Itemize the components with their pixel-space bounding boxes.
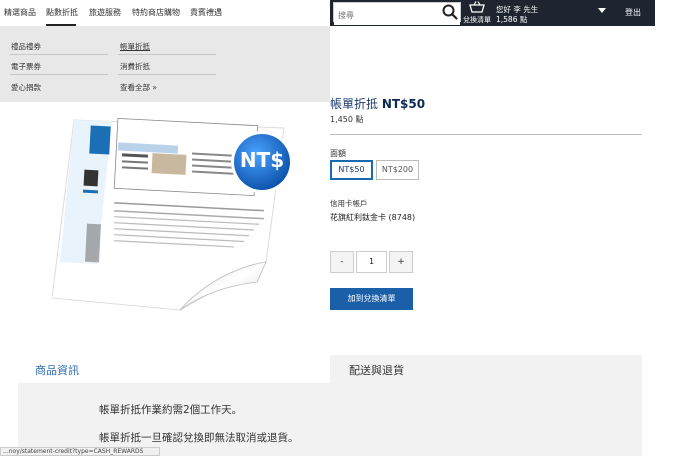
search-button[interactable]: [441, 3, 459, 21]
product-title: 帳單折抵 NT$50: [330, 95, 425, 112]
product-title-prefix: 帳單折抵: [330, 97, 382, 111]
tab-shipping-returns[interactable]: 配送與退貨: [349, 362, 404, 378]
tab-product-info[interactable]: 商品資訊: [18, 355, 330, 383]
redeem-cart-label: 兌換清單: [463, 16, 491, 24]
divider: [118, 54, 216, 55]
quantity-decrease-button[interactable]: -: [330, 251, 354, 273]
redeem-cart-button[interactable]: 兌換清單: [462, 0, 492, 26]
points-redeem-dropdown: 禮品禮券 電子票券 愛心捐款 帳單折抵 消費折抵 查看全部 »: [0, 26, 330, 102]
denomination-option-50[interactable]: NT$50: [330, 160, 373, 180]
user-points: 1,586 點: [496, 15, 528, 24]
dropdown-item-e-ticket[interactable]: 電子票券: [11, 61, 41, 72]
divider: [10, 74, 108, 75]
chevron-down-icon[interactable]: [598, 8, 606, 13]
denomination-option-200[interactable]: NT$200: [376, 160, 419, 180]
divider: [10, 54, 108, 55]
product-image: NT$: [51, 114, 302, 314]
denomination-label: 面額: [330, 149, 346, 158]
card-account-value: 花旗紅利鈦金卡 (8748): [330, 213, 416, 222]
nav-item-vip[interactable]: 貴賓禮遇: [190, 7, 222, 18]
dropdown-item-statement-credit[interactable]: 帳單折抵: [120, 41, 150, 52]
statement-illustration: [51, 117, 293, 311]
info-line-processing: 帳單折抵作業約需2個工作天。: [99, 404, 243, 416]
logout-button[interactable]: 登出: [613, 3, 653, 23]
product-title-amount: NT$50: [381, 97, 426, 111]
top-navigation: 精選商品 點數折抵 旅遊服務 特約商店購物 貴賓禮遇: [0, 0, 330, 26]
search-icon: [442, 4, 458, 20]
product-points: 1,450 點: [330, 115, 364, 124]
status-bar-url: ...noy/statement-credit?type=CASH_REWARD…: [0, 447, 160, 456]
dropdown-item-gift-voucher[interactable]: 禮品禮券: [11, 41, 41, 52]
quantity-input[interactable]: 1: [356, 251, 387, 273]
nav-item-points-redeem[interactable]: 點數折抵: [46, 7, 78, 18]
nav-item-featured[interactable]: 精選商品: [4, 7, 36, 18]
nav-item-merchant-shopping[interactable]: 特約商店購物: [132, 7, 180, 18]
dropdown-item-charity[interactable]: 愛心捐款: [11, 82, 41, 93]
add-to-redeem-list-button[interactable]: 加到兌換清單: [330, 288, 413, 310]
quantity-increase-button[interactable]: +: [389, 251, 413, 273]
dropdown-item-purchase-credit[interactable]: 消費折抵: [120, 61, 150, 72]
divider: [118, 74, 216, 75]
tab-product-info-label: 商品資訊: [35, 364, 79, 377]
info-line-no-cancel: 帳單折抵一旦確認兌換即無法取消或退貨。: [99, 432, 299, 444]
dropdown-item-view-all[interactable]: 查看全部 »: [120, 82, 157, 93]
nav-item-travel[interactable]: 旅遊服務: [89, 7, 121, 18]
user-menu[interactable]: 您好 李 先生 1,586 點: [494, 2, 612, 24]
nt-badge-text: NT$: [239, 148, 285, 172]
details-divider: [330, 134, 642, 135]
card-account-label: 信用卡帳戶: [330, 199, 368, 208]
basket-icon: [469, 1, 485, 13]
